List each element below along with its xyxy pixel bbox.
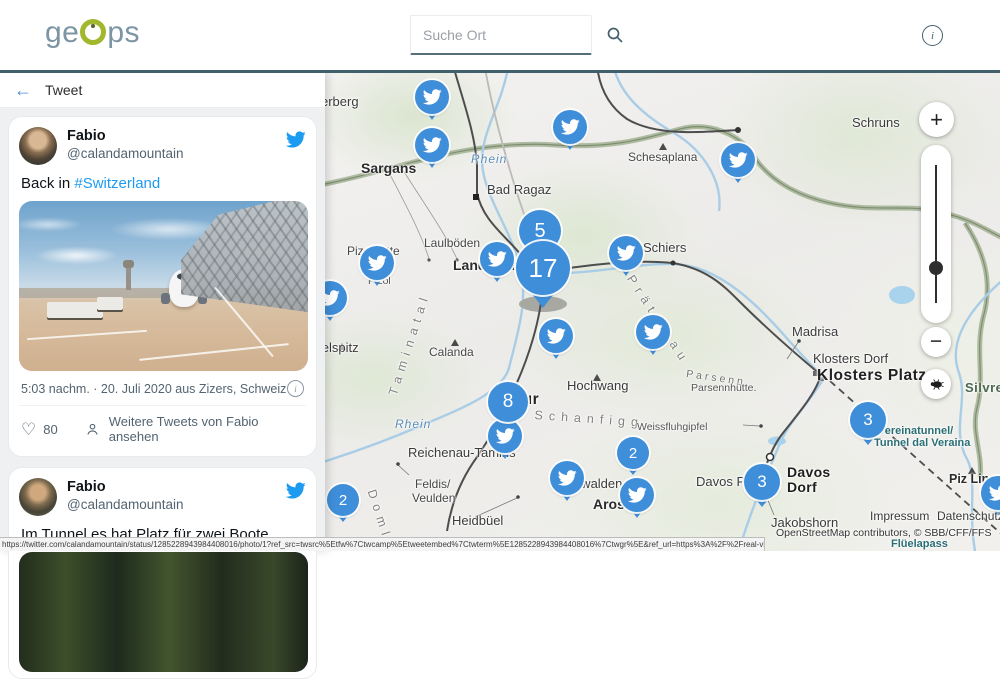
cluster-marker[interactable]: 3 bbox=[850, 402, 886, 438]
tweet-marker[interactable] bbox=[620, 478, 654, 512]
twitter-bird-icon[interactable] bbox=[285, 129, 306, 155]
zoom-out-button[interactable]: − bbox=[921, 327, 951, 357]
avatar[interactable] bbox=[19, 478, 57, 516]
cluster-marker[interactable]: 2 bbox=[617, 437, 649, 469]
avatar[interactable] bbox=[19, 127, 57, 165]
tweet-marker[interactable] bbox=[360, 246, 394, 280]
tweet-marker[interactable] bbox=[550, 461, 584, 495]
tweet-marker[interactable] bbox=[415, 128, 449, 162]
photo-tarmac-line bbox=[27, 330, 147, 340]
zoom-slider-track bbox=[935, 165, 937, 303]
zoom-in-button[interactable]: + bbox=[919, 102, 954, 137]
tweet-author-handle[interactable]: @calandamountain bbox=[67, 145, 285, 163]
photo-vehicle bbox=[97, 297, 123, 310]
twitter-bird-icon[interactable] bbox=[285, 480, 306, 506]
logo-text-left: ge bbox=[45, 16, 79, 49]
tweet-panel: ← Tweet Fabio @calandamountain Back in #… bbox=[0, 73, 325, 551]
tweet-marker[interactable] bbox=[553, 110, 587, 144]
tweet-author-name[interactable]: Fabio bbox=[67, 127, 285, 145]
status-bar-url: https://twitter.com/calandamountain/stat… bbox=[0, 537, 765, 551]
tweet-marker[interactable] bbox=[981, 476, 1000, 510]
fly-button[interactable] bbox=[921, 369, 951, 399]
search-icon[interactable] bbox=[606, 26, 624, 44]
photo-tarmac-line bbox=[139, 343, 288, 361]
logo-text-right: ps bbox=[107, 16, 140, 49]
tweet-author-handle[interactable]: @calandamountain bbox=[67, 496, 285, 514]
map-canvas[interactable]: erbergSargansRheinBad RagazSchesaplanaSc… bbox=[325, 73, 1000, 551]
app-header: geps i bbox=[0, 0, 1000, 73]
info-icon[interactable]: i bbox=[922, 25, 943, 46]
zoom-slider-knob[interactable] bbox=[929, 261, 943, 275]
tweet-panel-header: ← Tweet bbox=[0, 73, 325, 108]
photo-control-tower bbox=[126, 266, 131, 290]
tweet-author-name[interactable]: Fabio bbox=[67, 478, 285, 496]
cluster-marker[interactable]: 17 bbox=[516, 241, 570, 295]
cluster-marker[interactable]: 8 bbox=[488, 382, 528, 422]
impressum-link[interactable]: Impressum bbox=[870, 510, 929, 523]
map-attribution: OpenStreetMap contributors, © SBB/CFF/FF… bbox=[776, 528, 991, 540]
like-count[interactable]: 80 bbox=[43, 422, 57, 437]
tweet-card: Fabio @calandamountain Back in #Switzerl… bbox=[8, 116, 317, 457]
panel-title: Tweet bbox=[45, 82, 82, 98]
tweet-hashtag-link[interactable]: #Switzerland bbox=[74, 175, 160, 192]
photo-vehicle bbox=[47, 302, 103, 318]
tweet-marker[interactable] bbox=[539, 319, 573, 353]
datenschutz-link[interactable]: Datenschutz bbox=[937, 510, 1000, 523]
cluster-marker[interactable]: 3 bbox=[744, 464, 780, 500]
search-input[interactable] bbox=[421, 26, 606, 44]
person-icon bbox=[84, 421, 101, 438]
zoom-slider[interactable] bbox=[921, 145, 951, 323]
info-circle-icon[interactable]: i bbox=[287, 380, 304, 397]
search-box bbox=[410, 15, 592, 55]
tweet-marker[interactable] bbox=[415, 80, 449, 114]
tweet-text: Back in bbox=[21, 175, 74, 192]
tweet-card: Fabio @calandamountain Im Tunnel es hat … bbox=[8, 467, 317, 679]
tweet-marker[interactable] bbox=[721, 143, 755, 177]
tweet-marker[interactable] bbox=[636, 315, 670, 349]
tweet-marker[interactable] bbox=[488, 419, 522, 453]
back-arrow-icon[interactable]: ← bbox=[14, 81, 32, 99]
fly-icon bbox=[928, 376, 945, 393]
tweet-marker[interactable] bbox=[325, 281, 347, 315]
cluster-marker[interactable]: 2 bbox=[327, 484, 359, 516]
more-tweets-link[interactable]: Weitere Tweets von Fabio ansehen bbox=[109, 414, 304, 444]
tweet-marker[interactable] bbox=[609, 236, 643, 270]
tweet-timestamp: 5:03 nachm. · 20. Juli 2020 aus Zizers, … bbox=[21, 382, 286, 396]
tweet-marker[interactable] bbox=[480, 242, 514, 276]
tweet-photo[interactable] bbox=[19, 552, 308, 672]
logo-o-icon bbox=[80, 19, 106, 45]
geops-logo[interactable]: geps bbox=[45, 16, 140, 50]
tweet-photo[interactable] bbox=[19, 201, 308, 371]
heart-icon[interactable]: ♡ bbox=[21, 421, 36, 438]
